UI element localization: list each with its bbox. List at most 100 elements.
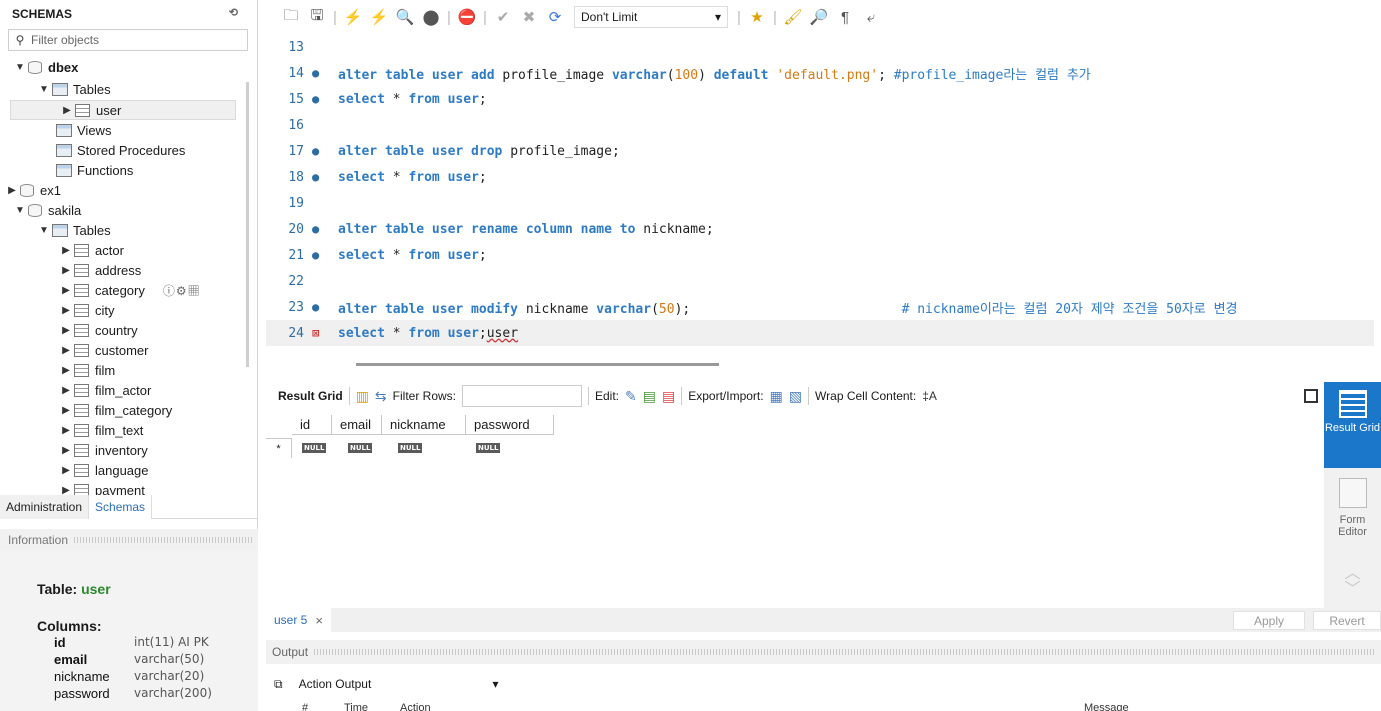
sql-editor[interactable]: 13 14 ● alter table user add profile_image…	[266, 34, 1381, 356]
result-grid-label: Result Grid	[278, 389, 343, 403]
collapse-arrow-icon[interactable]: ▶	[60, 405, 72, 416]
tree-node-film-category[interactable]: ▶ film_category	[60, 400, 172, 420]
tree-node-functions[interactable]: Functions	[54, 160, 133, 180]
invisible-chars-icon[interactable]: ¶	[834, 6, 856, 28]
grid-cell[interactable]: NULL	[476, 438, 501, 453]
code-line: 20 ● alter table user rename column name t…	[266, 216, 1374, 242]
tab-schemas[interactable]: Schemas	[88, 495, 153, 519]
stop-icon[interactable]: ⬤	[420, 6, 442, 28]
tree-node-sakila[interactable]: ▼ sakila	[14, 200, 81, 220]
toggle-error-icon[interactable]: ⛔	[456, 6, 478, 28]
column-header-email[interactable]: email	[332, 415, 382, 435]
tree-label: actor	[95, 242, 124, 258]
tree-node-sakila-tables[interactable]: ▼ Tables	[38, 220, 111, 240]
column-header-id[interactable]: id	[292, 415, 332, 435]
result-tab[interactable]: user 5 ×	[266, 608, 331, 632]
tree-node-payment[interactable]: ▶ payment	[60, 480, 145, 495]
schema-tree: ▼ dbex ▼ Tables ▶ user Views Stored Proc…	[0, 57, 246, 495]
tree-node-views[interactable]: Views	[54, 120, 111, 140]
collapse-arrow-icon[interactable]: ▶	[60, 425, 72, 436]
refresh-icon[interactable]: ⟲	[229, 6, 238, 19]
insert-row-icon[interactable]: ▤	[643, 388, 656, 405]
limit-rows-select[interactable]: Don't Limit ▾	[574, 6, 728, 28]
result-grid[interactable]: id email nickname password * NULL NULL N…	[266, 412, 1324, 608]
column-header-password[interactable]: password	[466, 415, 554, 435]
word-wrap-icon[interactable]: ⤶	[860, 6, 882, 28]
editor-horizontal-scrollbar[interactable]	[356, 363, 719, 366]
rollback-icon[interactable]: ✖	[518, 6, 540, 28]
apply-button[interactable]: Apply	[1233, 611, 1305, 630]
wrap-cell-icon[interactable]: ‡A	[922, 389, 937, 403]
tree-scrollbar[interactable]	[246, 82, 249, 367]
collapse-arrow-icon[interactable]: ▶	[60, 365, 72, 376]
tree-node-stored-procedures[interactable]: Stored Procedures	[54, 140, 185, 160]
collapse-arrow-icon[interactable]: ▶	[60, 245, 72, 256]
result-grid-view-button[interactable]: Result Grid	[1324, 382, 1381, 468]
collapse-arrow-icon[interactable]: ▶	[60, 485, 72, 496]
tree-label: category	[95, 282, 145, 298]
form-editor-view-button[interactable]: Form Editor	[1324, 474, 1381, 554]
tree-node-address[interactable]: ▶ address	[60, 260, 141, 280]
column-header-nickname[interactable]: nickname	[382, 415, 466, 435]
tab-administration[interactable]: Administration	[0, 495, 89, 519]
autocommit-icon[interactable]: ⟳	[544, 6, 566, 28]
collapse-arrow-icon[interactable]: ▶	[61, 105, 73, 116]
tree-node-user[interactable]: ▶ user	[10, 100, 236, 120]
execute-current-icon[interactable]: ⚡	[368, 6, 390, 28]
tree-node-country[interactable]: ▶ country	[60, 320, 138, 340]
tree-node-film[interactable]: ▶ film	[60, 360, 115, 380]
tree-node-language[interactable]: ▶ language	[60, 460, 148, 480]
edit-row-icon[interactable]: ✎	[625, 388, 637, 405]
grid-layout-icon[interactable]: ▥	[356, 388, 369, 405]
expand-arrow-icon[interactable]: ▼	[14, 62, 26, 73]
filter-objects-field[interactable]: ⚲	[8, 29, 248, 51]
explain-icon[interactable]: 🔍	[394, 6, 416, 28]
expand-arrow-icon[interactable]: ▼	[38, 225, 50, 236]
revert-button[interactable]: Revert	[1313, 611, 1381, 630]
find-icon[interactable]: 🔎	[808, 6, 830, 28]
tree-node-city[interactable]: ▶ city	[60, 300, 114, 320]
copy-icon[interactable]: ⧉	[274, 677, 283, 692]
expand-arrow-icon[interactable]: ▼	[38, 84, 50, 95]
open-folder-icon[interactable]: 🗀	[280, 6, 302, 28]
row-action-icons[interactable]: ⓘ⚙▦	[163, 282, 201, 299]
filter-objects-input[interactable]	[31, 33, 241, 47]
collapse-arrow-icon[interactable]: ▶	[60, 345, 72, 356]
output-type-select[interactable]: Action Output ▾	[293, 673, 505, 695]
grid-cell[interactable]: NULL	[348, 438, 373, 453]
tree-node-category[interactable]: ▶ category ⓘ⚙▦	[60, 280, 201, 300]
collapse-arrow-icon[interactable]: ▶	[60, 385, 72, 396]
collapse-arrow-icon[interactable]: ▶	[60, 445, 72, 456]
refresh-icon[interactable]: ⇆	[375, 388, 387, 405]
tree-node-ex1[interactable]: ▶ ex1	[6, 180, 61, 200]
filter-rows-input[interactable]	[462, 385, 582, 407]
close-icon[interactable]: ×	[315, 613, 323, 628]
tree-node-film-text[interactable]: ▶ film_text	[60, 420, 143, 440]
collapse-arrow-icon[interactable]: ▶	[60, 305, 72, 316]
tree-node-customer[interactable]: ▶ customer	[60, 340, 148, 360]
tree-node-inventory[interactable]: ▶ inventory	[60, 440, 148, 460]
grid-cell[interactable]: NULL	[302, 438, 327, 453]
tree-node-tables[interactable]: ▼ Tables	[38, 79, 111, 99]
delete-row-icon[interactable]: ▤	[662, 388, 675, 405]
collapse-arrow-icon[interactable]: ▶	[60, 285, 72, 296]
tree-node-film-actor[interactable]: ▶ film_actor	[60, 380, 151, 400]
add-snippet-icon[interactable]: ★	[746, 6, 768, 28]
import-icon[interactable]: ▧	[789, 388, 802, 405]
collapse-arrow-icon[interactable]: ▶	[6, 185, 18, 196]
column-type: varchar(200)	[134, 686, 212, 700]
tree-node-dbex[interactable]: ▼ dbex	[14, 57, 78, 77]
collapse-arrow-icon[interactable]: ▶	[60, 265, 72, 276]
tree-node-actor[interactable]: ▶ actor	[60, 240, 124, 260]
grid-cell[interactable]: NULL	[398, 438, 423, 453]
collapse-arrow-icon[interactable]: ▶	[60, 465, 72, 476]
execute-icon[interactable]: ⚡	[342, 6, 364, 28]
save-icon[interactable]: 🖫	[306, 6, 328, 28]
expand-arrow-icon[interactable]: ▼	[14, 205, 26, 216]
toggle-panel-icon[interactable]	[1304, 389, 1318, 403]
collapse-arrow-icon[interactable]: ▶	[60, 325, 72, 336]
beautify-icon[interactable]: 🖌	[782, 6, 804, 28]
scroll-arrows-icon[interactable]: ︿ ﹀	[1324, 566, 1381, 598]
export-icon[interactable]: ▦	[770, 388, 783, 405]
commit-icon[interactable]: ✔	[492, 6, 514, 28]
